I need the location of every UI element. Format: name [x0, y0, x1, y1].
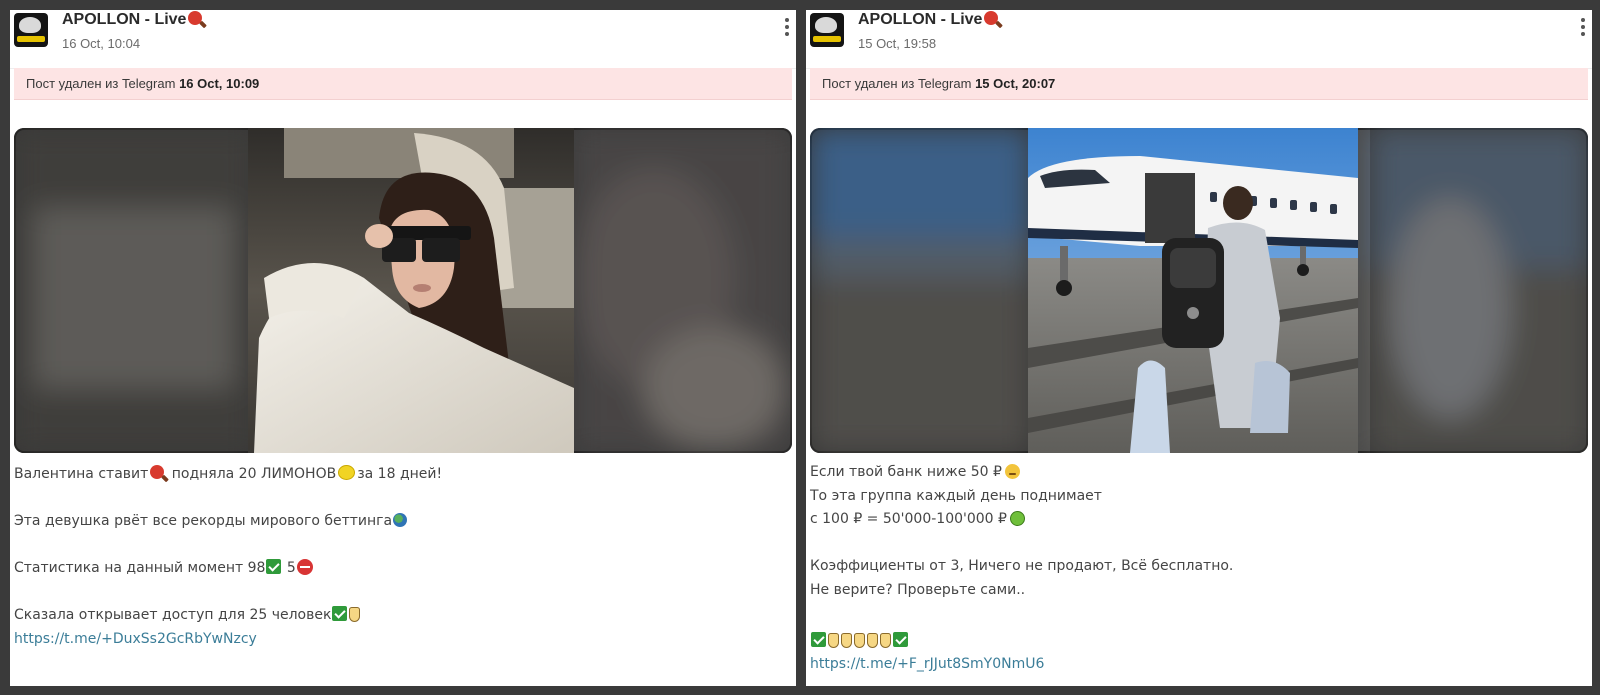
post-text-line: Сказала открывает доступ для 25 человек: [14, 604, 788, 628]
text-segment: Если твой банк ниже 50 ₽: [810, 464, 1002, 480]
text-segment: Эта девушка рвёт все рекорды мирового бе…: [14, 513, 393, 529]
post-text-line: Эта девушка рвёт все рекорды мирового бе…: [14, 510, 788, 534]
check-icon: [811, 631, 826, 647]
text-segment: за 18 дней!: [357, 466, 443, 482]
channel-avatar[interactable]: [14, 13, 48, 47]
post-header: APOLLON - Live 16 Oct, 10:04: [10, 10, 796, 69]
paddle-icon: [984, 11, 999, 25]
check-icon: [266, 559, 282, 574]
post-text-line: Статистика на данный момент 98 5: [14, 557, 788, 581]
text-segment: с 100 ₽ = 50'000-100'000 ₽: [810, 511, 1007, 527]
pointing-down-icon: [867, 632, 878, 648]
pointing-down-icon: [841, 632, 852, 648]
post-text-line: Если твой банк ниже 50 ₽: [810, 461, 1584, 485]
invite-link[interactable]: https://t.me/+F_rJJut8SmY0NmU6: [810, 656, 1044, 672]
post-header: APOLLON - Live 15 Oct, 19:58: [806, 10, 1592, 69]
post-card-2: APOLLON - Live 15 Oct, 19:58 Пост удален…: [806, 10, 1592, 686]
post-image-svg: [810, 128, 1588, 453]
channel-name[interactable]: APOLLON - Live: [858, 11, 999, 29]
no-entry-icon: [296, 559, 313, 575]
pointing-down-icon: [828, 632, 839, 648]
post-text-line: [810, 626, 1584, 654]
post-text-line: Не верите? Проверьте сами..: [810, 579, 1584, 603]
pointing-down-icon: [349, 607, 361, 622]
paddle-icon: [150, 465, 165, 479]
sad-face-icon: [1004, 464, 1020, 479]
post-date: 15 Oct, 19:58: [858, 36, 937, 51]
text-segment: подняла 20 ЛИМОНОВ: [171, 466, 337, 482]
post-image[interactable]: [810, 128, 1588, 453]
more-vertical-icon[interactable]: [1578, 18, 1588, 40]
channel-avatar[interactable]: [810, 13, 844, 47]
deleted-notice-time: 15 Oct, 20:07: [975, 76, 1056, 91]
avatar-logo-icon: [19, 17, 41, 33]
pointing-down-icon: [880, 632, 891, 648]
text-segment: Статистика на данный момент 98: [14, 560, 266, 576]
channel-name-label: APOLLON - Live: [62, 11, 187, 28]
money-face-icon: [1009, 511, 1025, 526]
screen-frame: APOLLON - Live 16 Oct, 10:04 Пост удален…: [0, 0, 1600, 695]
channel-name[interactable]: APOLLON - Live: [62, 11, 203, 29]
deleted-notice-label: Пост удален из Telegram: [26, 76, 176, 91]
lemon-icon: [338, 465, 356, 480]
post-image-svg: [14, 128, 792, 453]
avatar-logo-icon: [815, 17, 837, 33]
more-vertical-icon[interactable]: [782, 18, 792, 40]
text-segment: Валентина ставит: [14, 466, 149, 482]
post-date: 16 Oct, 10:04: [62, 36, 141, 51]
post-text-line: с 100 ₽ = 50'000-100'000 ₽: [810, 508, 1584, 532]
text-segment: Сказала открывает доступ для 25 человек: [14, 607, 332, 623]
post-text-line: Коэффициенты от 3, Ничего не продают, Вс…: [810, 555, 1584, 579]
deleted-notice-label: Пост удален из Telegram: [822, 76, 972, 91]
post-card-1: APOLLON - Live 16 Oct, 10:04 Пост удален…: [10, 10, 796, 686]
check-icon: [332, 606, 348, 621]
post-text: Если твой банк ниже 50 ₽ То эта группа к…: [810, 461, 1584, 677]
post-text-line: Валентина ставит подняла 20 ЛИМОНОВ за 18…: [14, 463, 788, 487]
text-segment: 5: [286, 560, 296, 576]
post-image[interactable]: [14, 128, 792, 453]
avatar-logo-bar: [813, 36, 841, 42]
text-segment: То эта группа каждый день поднимает: [810, 487, 1102, 504]
pointing-down-icon: [854, 632, 865, 648]
channel-name-label: APOLLON - Live: [858, 11, 983, 28]
post-text: Валентина ставит подняла 20 ЛИМОНОВ за 18…: [14, 463, 788, 651]
deleted-notice: Пост удален из Telegram 16 Oct, 10:09: [14, 68, 792, 100]
check-icon: [893, 631, 908, 647]
deleted-notice: Пост удален из Telegram 15 Oct, 20:07: [810, 68, 1588, 100]
paddle-icon: [188, 11, 203, 25]
deleted-notice-time: 16 Oct, 10:09: [179, 76, 260, 91]
avatar-logo-bar: [17, 36, 45, 42]
invite-link[interactable]: https://t.me/+DuxSs2GcRbYwNzcy: [14, 631, 257, 647]
text-segment: Не верите? Проверьте сами..: [810, 581, 1026, 598]
post-text-line: То эта группа каждый день поднимает: [810, 485, 1584, 509]
globe-icon: [393, 513, 408, 527]
text-segment: Коэффициенты от 3, Ничего не продают, Вс…: [810, 558, 1234, 574]
